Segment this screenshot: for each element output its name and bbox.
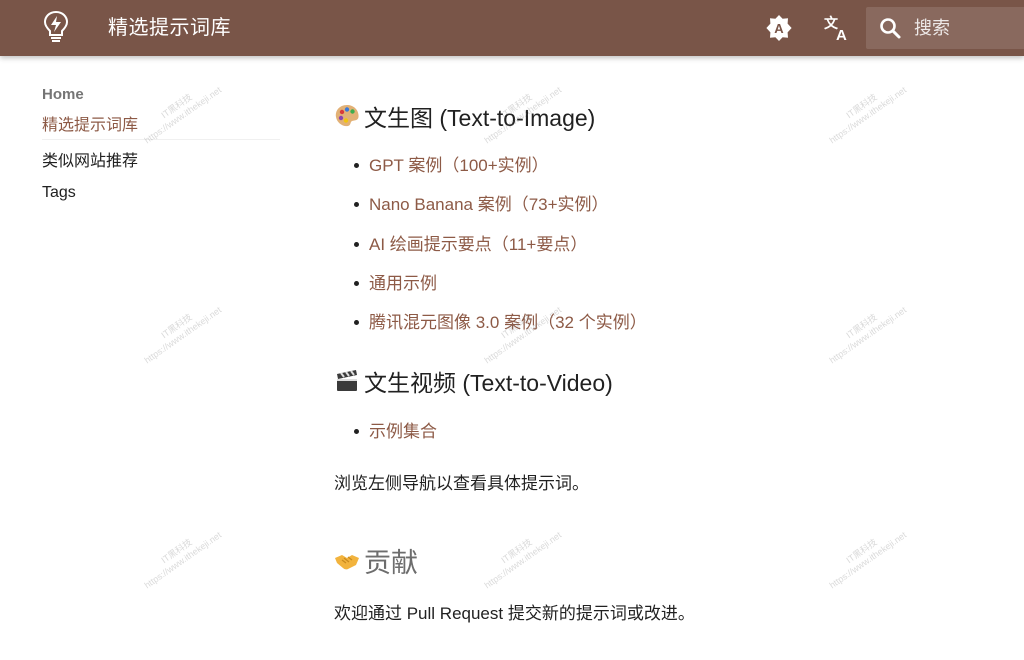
- list-item: 通用示例: [354, 264, 974, 303]
- watermark: IT黑科技 https://www.ithekeji.net: [142, 529, 224, 591]
- list-item: 示例集合: [354, 412, 974, 451]
- text-to-video-list: 示例集合: [354, 412, 974, 451]
- main-content: 文生图 (Text-to-Image) GPT 案例（100+实例） Nano …: [334, 98, 974, 624]
- link-gpt-cases[interactable]: GPT 案例（100+实例）: [369, 156, 549, 175]
- list-item: Nano Banana 案例（73+实例）: [354, 185, 974, 224]
- theme-toggle-icon[interactable]: A: [764, 13, 794, 43]
- svg-text:A: A: [836, 27, 847, 43]
- link-hunyuan-image-cases[interactable]: 腾讯混元图像 3.0 案例（32 个实例）: [369, 313, 647, 332]
- clapper-board-emoji-icon: [337, 370, 357, 392]
- handshake-emoji-icon: [335, 554, 359, 570]
- section-heading-text-to-video: 文生视频 (Text-to-Video): [334, 363, 974, 399]
- translate-icon[interactable]: 文 A: [822, 13, 852, 43]
- section-heading-label: 文生图 (Text-to-Image): [364, 105, 596, 131]
- section-heading-text-to-image: 文生图 (Text-to-Image): [334, 98, 974, 134]
- link-example-collection[interactable]: 示例集合: [369, 422, 437, 441]
- list-item: AI 绘画提示要点（11+要点）: [354, 225, 974, 264]
- section-heading-contribute: 贡献: [334, 543, 974, 579]
- search-box[interactable]: [866, 7, 1024, 49]
- text-to-image-list: GPT 案例（100+实例） Nano Banana 案例（73+实例） AI …: [354, 146, 974, 342]
- lightbulb-bolt-icon[interactable]: [40, 10, 72, 44]
- watermark: IT黑科技 https://www.ithekeji.net: [142, 304, 224, 366]
- link-ai-painting-tips[interactable]: AI 绘画提示要点（11+要点）: [369, 235, 587, 254]
- sidebar-nav: Home 精选提示词库 类似网站推荐 Tags: [42, 84, 282, 208]
- browse-note: 浏览左侧导航以查看具体提示词。: [334, 473, 589, 493]
- list-item: 腾讯混元图像 3.0 案例（32 个实例）: [354, 303, 974, 342]
- contribute-text: 欢迎通过 Pull Request 提交新的提示词或改进。: [334, 603, 695, 623]
- sidebar-item-tags[interactable]: Tags: [42, 177, 282, 208]
- list-item: GPT 案例（100+实例）: [354, 146, 974, 185]
- sidebar-item-similar-sites[interactable]: 类似网站推荐: [42, 146, 282, 177]
- top-app-bar: 精选提示词库 A 文 A: [0, 0, 1024, 56]
- sidebar-divider: [42, 139, 280, 140]
- svg-text:A: A: [774, 21, 784, 36]
- search-input[interactable]: [914, 13, 1018, 43]
- sidebar-item-prompt-library[interactable]: 精选提示词库: [42, 115, 282, 137]
- link-nano-banana-cases[interactable]: Nano Banana 案例（73+实例）: [369, 195, 609, 214]
- section-heading-label: 文生视频 (Text-to-Video): [364, 370, 613, 397]
- site-title: 精选提示词库: [108, 17, 231, 39]
- sidebar-home-label[interactable]: Home: [42, 84, 282, 106]
- palette-emoji-icon: [335, 105, 359, 127]
- search-icon[interactable]: [878, 16, 902, 40]
- link-general-examples[interactable]: 通用示例: [369, 274, 437, 293]
- section-heading-label: 贡献: [364, 548, 418, 579]
